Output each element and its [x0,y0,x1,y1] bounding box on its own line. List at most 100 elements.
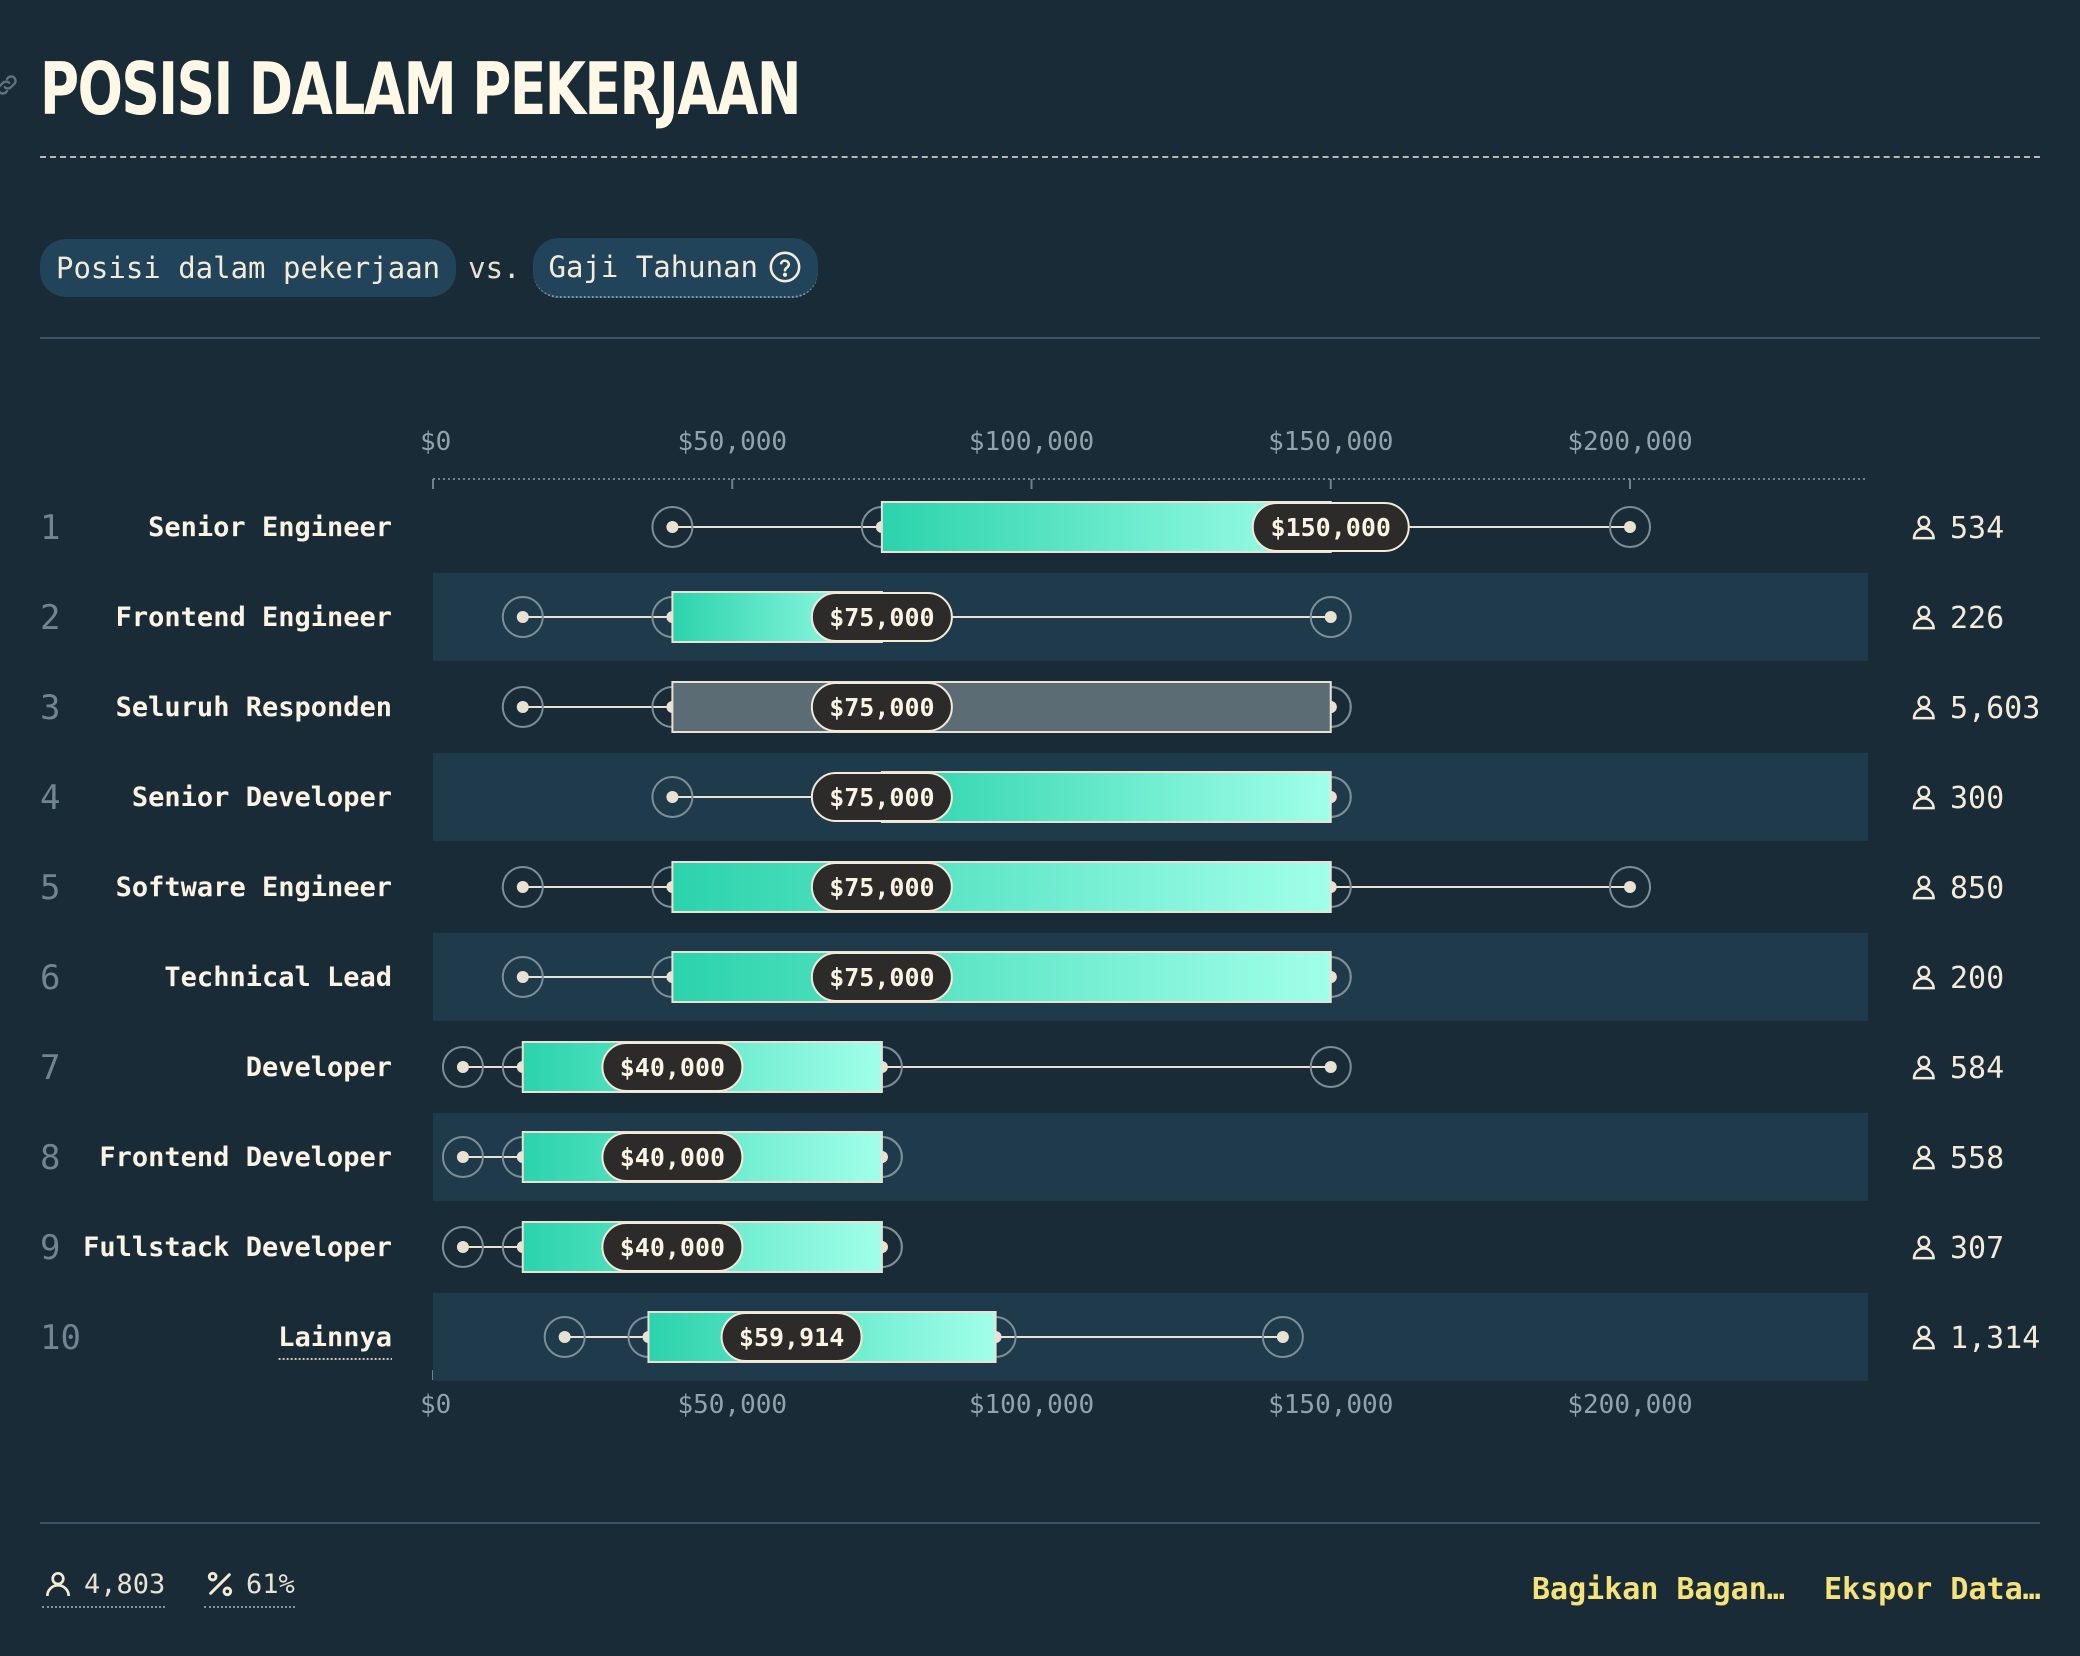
iqr-box [671,681,1332,733]
row-count: 300 [1950,781,2004,816]
median-label: $40,000 [620,1143,725,1172]
median-label: $75,000 [829,873,934,902]
chart-row: 4 Senior Developer $75,000 300 [40,753,2004,841]
person-icon-body [1912,1337,1935,1350]
percent-icon [207,1571,233,1597]
chart-row: 10 Lainnya $59,914 1,314 [40,1293,2040,1381]
row-label: Software Engineer [116,872,392,903]
x-tick-label: $0 [420,1390,451,1420]
row-count: 307 [1950,1231,2004,1266]
person-icon-body [1912,887,1935,900]
row-count: 1,314 [1950,1321,2040,1356]
person-icon [1912,605,1935,630]
person-icon [1912,1325,1935,1350]
row-rank: 7 [40,1048,60,1088]
person-icon-head [1917,515,1931,529]
row-label: Technical Lead [164,962,392,993]
row-rank: 9 [40,1228,60,1268]
row-count: 850 [1950,871,2004,906]
row-label: Senior Engineer [148,512,392,543]
iqr-box [671,951,1332,1003]
row-rank: 8 [40,1138,60,1178]
row-label: Frontend Engineer [116,602,392,633]
row-rank: 10 [40,1318,81,1358]
percent-value: 61% [246,1568,295,1600]
row-label: Frontend Developer [99,1142,392,1173]
respondents-stat[interactable]: 4,803 [42,1568,166,1608]
percentile-dot [1624,881,1636,893]
person-icon [1912,785,1935,810]
percentile-dot [516,611,529,623]
person-icon [1912,1145,1935,1170]
percent-stat[interactable]: 61% [204,1568,295,1608]
person-icon-body [1912,977,1935,990]
share-chart-link[interactable]: Bagikan Bagan… [1532,1572,1785,1607]
export-data-link[interactable]: Ekspor Data… [1824,1572,2041,1607]
person-icon-head [1917,875,1931,889]
median-label: $75,000 [829,603,934,632]
x-tick-label: $200,000 [1567,1390,1692,1420]
x-tick-label: $150,000 [1268,427,1393,457]
row-label: Seluruh Responden [116,692,392,723]
dimension-pill[interactable]: Posisi dalam pekerjaan [40,239,457,297]
percentile-dot [516,701,529,713]
link-icon[interactable] [0,72,20,98]
chart-row: 9 Fullstack Developer $40,000 307 [40,1221,2004,1273]
person-icon-head [1917,785,1931,799]
percentile-dot [516,971,529,983]
chart-row: 8 Frontend Developer $40,000 558 [40,1113,2004,1201]
page-title: POSISI DALAM PEKERJAAN [40,47,801,131]
percentile-dot [666,791,679,803]
row-label: Fullstack Developer [83,1232,392,1263]
percentile-dot [1324,611,1337,623]
row-rank: 1 [40,508,60,548]
row-count: 200 [1950,961,2004,996]
person-icon-body [1912,527,1935,540]
row-rank: 6 [40,958,60,998]
row-label: Lainnya [278,1322,392,1353]
chart-row: 3 Seluruh Responden $75,000 5,603 [40,681,2040,733]
chart-row: 7 Developer $40,000 584 [40,1041,2004,1093]
comparison-header: Posisi dalam pekerjaan vs. Gaji Tahunan [40,238,819,298]
row-rank: 4 [40,778,60,818]
median-label: $150,000 [1271,513,1391,542]
person-icon [1912,1235,1935,1260]
percentile-dot [1624,521,1636,533]
person-icon-head [1917,1235,1931,1249]
iqr-box [671,861,1332,913]
section-divider [40,337,2040,339]
person-icon-body [1912,617,1935,630]
row-label: Senior Developer [132,782,392,813]
salary-boxplot-chart: $0 $50,000 $100,000 $150,000 $200,000 $0 $50,0… [40,427,2040,1420]
x-tick-label: $150,000 [1268,1390,1393,1420]
person-icon-body [1912,1157,1935,1170]
x-tick-label: $0 [420,427,451,457]
x-tick-label: $50,000 [677,427,787,457]
person-icon-body [1912,797,1935,810]
percentile-dot [1324,1061,1337,1073]
footer-divider [40,1522,2040,1524]
x-tick-label: $50,000 [677,1390,787,1420]
metric-pill[interactable]: Gaji Tahunan [532,238,819,298]
help-icon[interactable] [768,250,802,284]
median-label: $40,000 [620,1053,725,1082]
row-count: 5,603 [1950,691,2040,726]
row-count: 558 [1950,1141,2004,1176]
metric-pill-label: Gaji Tahunan [548,250,759,284]
chart-row: 6 Technical Lead $75,000 200 [40,933,2004,1021]
row-rank: 5 [40,868,60,908]
percentile-dot [516,881,529,893]
percentile-dot [456,1241,469,1253]
person-icon-body [1912,1067,1935,1080]
row-rank: 2 [40,598,60,638]
row-label: Developer [246,1052,392,1083]
percentile-dot [1276,1331,1289,1343]
title-divider [40,156,2040,158]
x-tick-label: $100,000 [969,427,1094,457]
person-icon [1912,695,1935,720]
median-label: $75,000 [829,693,934,722]
percentile-dot [456,1151,469,1163]
percentile-dot [666,521,679,533]
person-icon-head [1917,1055,1931,1069]
person-icon-head [1917,605,1931,619]
